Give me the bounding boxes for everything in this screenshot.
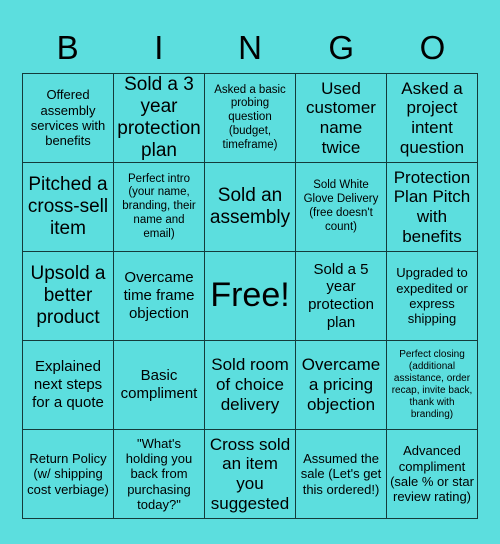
bingo-cell-label: Sold room of choice delivery [211,355,289,414]
bingo-cell-label: Perfect closing (additional assistance, … [391,349,473,420]
bingo-free-cell[interactable]: Free! [205,252,296,341]
bingo-cell[interactable]: Sold room of choice delivery [205,341,296,430]
bingo-cell-label: Cross sold an item you suggested [209,434,291,513]
bingo-cell[interactable]: Overcame time frame objection [114,252,205,341]
bingo-cell[interactable]: Perfect closing (additional assistance, … [387,341,478,430]
bingo-cell[interactable]: Sold an assembly [205,163,296,252]
bingo-cell-label: Offered assembly services with benefits [30,87,106,149]
bingo-cell[interactable]: Used customer name twice [296,74,387,163]
bingo-cell-label: Return Policy (w/ shipping cost verbiage… [27,451,109,497]
bingo-cell-label: Sold a 3 year protection plan [117,74,201,162]
bingo-cell[interactable]: Advanced compliment (sale % or star revi… [387,430,478,519]
bingo-cell[interactable]: Perfect intro (your name, branding, thei… [114,163,205,252]
bingo-cell-label: Pitched a cross-sell item [27,173,109,240]
bingo-cell[interactable]: Explained next steps for a quote [23,341,114,430]
bingo-cell-label: Asked a project intent question [399,78,465,157]
bingo-card: B I N G O Offered assembly services with… [0,0,500,544]
bingo-cell-label: Overcame a pricing objection [301,355,381,414]
bingo-cell[interactable]: Return Policy (w/ shipping cost verbiage… [23,430,114,519]
bingo-cell[interactable]: "What's holding you back from purchasing… [114,430,205,519]
bingo-cell-label: Assumed the sale (Let's get this ordered… [300,451,382,497]
bingo-cell-label: Overcame time frame objection [123,269,195,322]
bingo-cell[interactable]: Upsold a better product [23,252,114,341]
bingo-cell[interactable]: Sold White Glove Delivery (free doesn't … [296,163,387,252]
bingo-cell[interactable]: Overcame a pricing objection [296,341,387,430]
bingo-header-letter-o: O [419,29,446,66]
bingo-cell-label: Asked a basic probing question (budget, … [214,83,286,151]
bingo-cell[interactable]: Cross sold an item you suggested [205,430,296,519]
bingo-header-letter-b: B [56,29,79,66]
bingo-free-cell-label: Free! [210,276,290,315]
bingo-cell-label: Used customer name twice [306,78,376,157]
bingo-header: B I N G O [22,22,478,73]
bingo-cell[interactable]: Pitched a cross-sell item [23,163,114,252]
bingo-cell-label: Advanced compliment (sale % or star revi… [390,443,474,505]
bingo-cell-label: Protection Plan Pitch with benefits [393,167,471,246]
bingo-header-letter-i: I [154,29,164,66]
bingo-cell-label: Explained next steps for a quote [32,358,104,411]
bingo-cell[interactable]: Basic compliment [114,341,205,430]
bingo-cell[interactable]: Offered assembly services with benefits [23,74,114,163]
bingo-grid: Offered assembly services with benefits … [22,73,478,519]
bingo-header-letter-g: G [328,29,355,66]
bingo-header-letter-n: N [238,29,262,66]
bingo-cell[interactable]: Assumed the sale (Let's get this ordered… [296,430,387,519]
bingo-cell-label: Sold White Glove Delivery (free doesn't … [303,179,379,233]
bingo-cell[interactable]: Sold a 3 year protection plan [114,74,205,163]
bingo-cell[interactable]: Upgraded to expedited or express shippin… [387,252,478,341]
bingo-cell-label: Perfect intro (your name, branding, thei… [122,172,196,240]
bingo-cell-label: Upsold a better product [30,262,106,329]
bingo-cell-label: Basic compliment [120,367,198,402]
bingo-cell-label: "What's holding you back from purchasing… [125,435,193,512]
bingo-cell[interactable]: Sold a 5 year protection plan [296,252,387,341]
bingo-cell-label: Upgraded to expedited or express shippin… [396,265,468,327]
bingo-cell-label: Sold a 5 year protection plan [308,260,374,331]
bingo-cell[interactable]: Asked a basic probing question (budget, … [205,74,296,163]
bingo-cell[interactable]: Asked a project intent question [387,74,478,163]
bingo-cell[interactable]: Protection Plan Pitch with benefits [387,163,478,252]
bingo-cell-label: Sold an assembly [209,184,291,228]
